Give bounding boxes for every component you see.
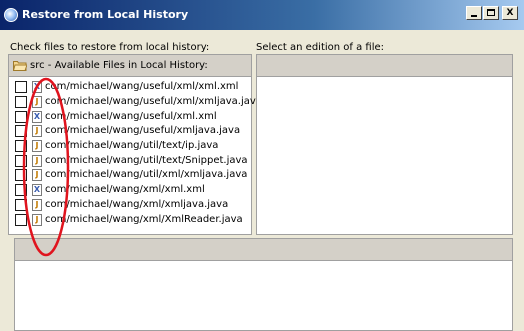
java-file-icon: J xyxy=(32,125,42,138)
java-file-icon: J xyxy=(32,140,42,153)
file-name: com/michael/wang/xml/XmlReader.java xyxy=(45,213,243,225)
file-checkbox[interactable] xyxy=(15,96,27,109)
file-row[interactable]: Xcom/michael/wang/useful/xml.xml xyxy=(15,109,251,124)
xml-file-icon: X xyxy=(32,184,42,197)
java-file-icon: J xyxy=(32,198,42,211)
file-checkbox[interactable] xyxy=(15,110,27,123)
xml-file-icon: X xyxy=(32,81,42,94)
file-name: com/michael/wang/useful/xml.xml xyxy=(45,110,217,122)
file-checkbox[interactable] xyxy=(15,198,27,211)
dialog-client-area: Check files to restore from local histor… xyxy=(4,30,520,331)
file-row[interactable]: Jcom/michael/wang/util/text/Snippet.java xyxy=(15,153,251,168)
edition-panel-header xyxy=(257,55,512,77)
file-row[interactable]: Jcom/michael/wang/xml/XmlReader.java xyxy=(15,212,251,227)
restore-dialog-window: Restore from Local History X Check files… xyxy=(0,0,524,331)
file-name: com/michael/wang/useful/xmljava.java xyxy=(45,125,241,137)
compare-panel-header xyxy=(15,239,512,261)
file-list: Xcom/michael/wang/useful/xml/xml.xml Jcom… xyxy=(15,80,262,227)
eclipse-icon xyxy=(4,8,18,22)
file-tree-panel[interactable]: src - Available Files in Local History: … xyxy=(8,54,262,235)
open-folder-icon xyxy=(13,61,27,71)
source-folder-label: src - Available Files in Local History: xyxy=(30,60,208,71)
file-row[interactable]: Xcom/michael/wang/xml/xml.xml xyxy=(15,183,251,198)
file-checkbox[interactable] xyxy=(15,184,27,197)
file-name: com/michael/wang/useful/xml/xmljava.java xyxy=(45,96,262,108)
right-panel-label: Select an edition of a file: xyxy=(256,42,385,53)
file-checkbox[interactable] xyxy=(15,125,27,138)
file-name: com/michael/wang/util/text/ip.java xyxy=(45,140,219,152)
file-checkbox[interactable] xyxy=(15,169,27,182)
maximize-icon xyxy=(487,9,495,16)
file-name: com/michael/wang/xml/xmljava.java xyxy=(45,198,229,210)
edition-panel[interactable] xyxy=(256,54,513,235)
java-file-icon: J xyxy=(32,213,42,226)
close-icon: X xyxy=(506,8,514,18)
file-name: com/michael/wang/util/xml/xmljava.java xyxy=(45,169,248,181)
minimize-icon xyxy=(471,15,477,17)
java-file-icon: J xyxy=(32,154,42,167)
java-file-icon: J xyxy=(32,96,42,109)
file-checkbox[interactable] xyxy=(15,140,27,153)
compare-panel[interactable] xyxy=(14,238,513,331)
file-name: com/michael/wang/useful/xml/xml.xml xyxy=(45,81,239,93)
file-row[interactable]: Jcom/michael/wang/useful/xmljava.java xyxy=(15,124,251,139)
left-panel-label: Check files to restore from local histor… xyxy=(10,42,210,53)
file-name: com/michael/wang/xml/xml.xml xyxy=(45,184,205,196)
file-row[interactable]: Jcom/michael/wang/util/text/ip.java xyxy=(15,139,251,154)
minimize-button[interactable] xyxy=(466,6,482,20)
close-button[interactable]: X xyxy=(502,6,518,20)
file-name: com/michael/wang/util/text/Snippet.java xyxy=(45,154,248,166)
file-row[interactable]: Jcom/michael/wang/useful/xml/xmljava.jav… xyxy=(15,95,262,110)
file-row[interactable]: Xcom/michael/wang/useful/xml/xml.xml xyxy=(15,80,251,95)
file-checkbox[interactable] xyxy=(15,154,27,167)
window-title: Restore from Local History xyxy=(22,8,189,21)
file-row[interactable]: Jcom/michael/wang/util/xml/xmljava.java xyxy=(15,168,251,183)
file-tree-header: src - Available Files in Local History: xyxy=(9,55,251,77)
file-checkbox[interactable] xyxy=(15,213,27,226)
file-row[interactable]: Jcom/michael/wang/xml/xmljava.java xyxy=(15,198,251,213)
title-bar[interactable]: Restore from Local History X xyxy=(0,0,524,30)
window-controls: X xyxy=(466,6,518,20)
xml-file-icon: X xyxy=(32,110,42,123)
java-file-icon: J xyxy=(32,169,42,182)
maximize-button[interactable] xyxy=(483,6,499,20)
file-checkbox[interactable] xyxy=(15,81,27,94)
